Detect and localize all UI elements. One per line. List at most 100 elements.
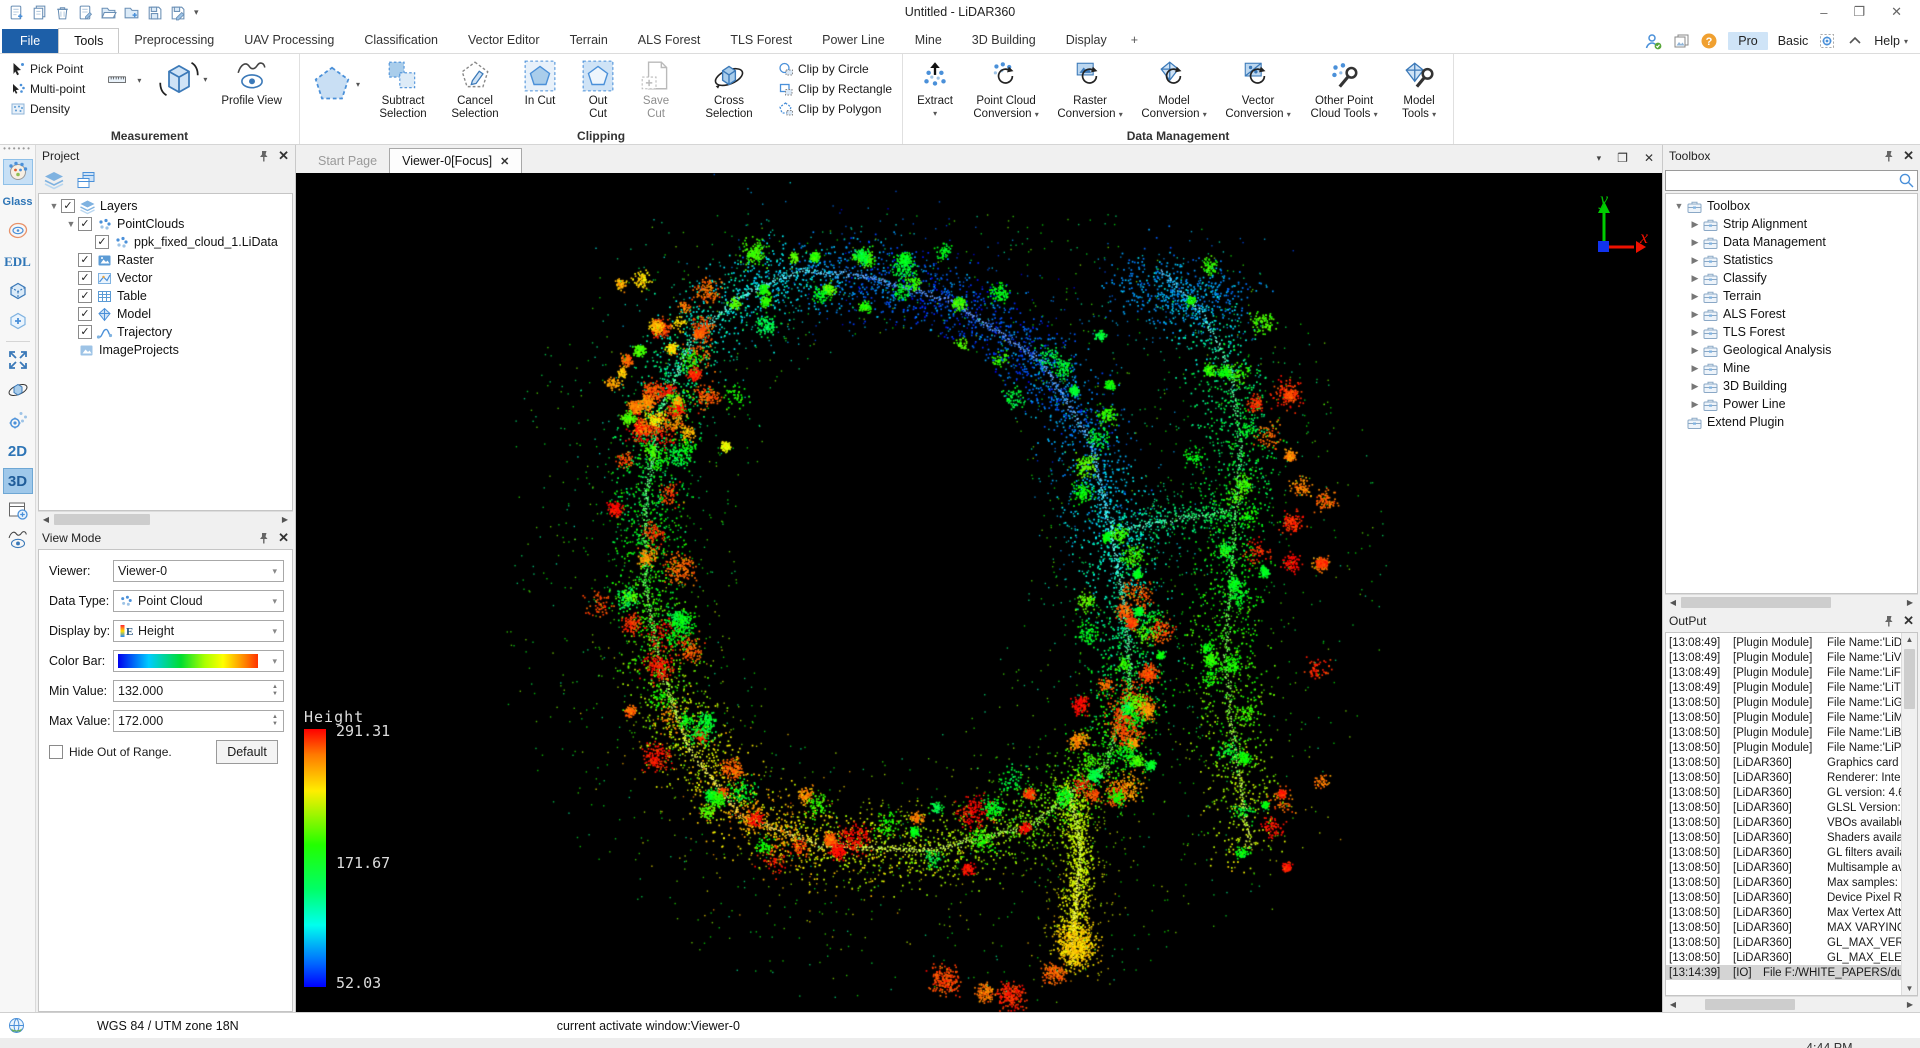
bounding-box-button[interactable]: [3, 279, 33, 305]
edit-project-icon[interactable]: [77, 4, 94, 21]
collapse-ribbon-icon[interactable]: [1846, 32, 1864, 50]
expander-icon[interactable]: ▶: [1688, 381, 1702, 392]
log-row[interactable]: [13:08:50][LiDAR360]VBOs available: [1666, 815, 1901, 830]
point-settings-button[interactable]: [3, 408, 33, 434]
user-account-icon[interactable]: [1644, 32, 1662, 50]
copy-project-icon[interactable]: [31, 4, 48, 21]
toolbox-item-statistics[interactable]: ▶Statistics: [1666, 251, 1917, 269]
menu-tab-power-line[interactable]: Power Line: [807, 28, 900, 53]
tab-viewer-0[interactable]: Viewer-0[Focus] ✕: [389, 148, 522, 173]
project-tree-item[interactable]: ✓Trajectory: [39, 323, 292, 341]
layer-checkbox[interactable]: ✓: [78, 217, 92, 231]
log-row[interactable]: [13:08:50][LiDAR360]Renderer: Intel(R) U…: [1666, 770, 1901, 785]
menu-tab-tls-forest[interactable]: TLS Forest: [715, 28, 807, 53]
raster-conversion-button[interactable]: Raster Conversion ▾: [1051, 56, 1129, 121]
log-row[interactable]: [13:08:50][LiDAR360]GLSL Version: 4.60 -…: [1666, 800, 1901, 815]
toolbox-close-icon[interactable]: ✕: [1903, 148, 1914, 164]
tab-list-icon[interactable]: ▾: [1597, 153, 1602, 164]
minimize-button[interactable]: –: [1820, 5, 1827, 20]
delete-icon[interactable]: [54, 4, 71, 21]
hide-out-of-range-checkbox[interactable]: [49, 745, 63, 759]
layer-checkbox[interactable]: ✓: [78, 271, 92, 285]
toolbox-item-extend-plugin[interactable]: Extend Plugin: [1666, 413, 1917, 431]
restore-button[interactable]: ❐: [1853, 4, 1865, 20]
expander-icon[interactable]: ▼: [64, 219, 78, 229]
search-icon[interactable]: [1898, 172, 1914, 188]
viewer-canvas-area[interactable]: y x Height 291.31 171.67 52.03: [296, 173, 1662, 1012]
project-tree-item[interactable]: ImageProjects: [39, 341, 292, 359]
output-hscrollbar[interactable]: ◀ ▶: [1665, 996, 1918, 1012]
default-button[interactable]: Default: [216, 740, 278, 764]
output-close-icon[interactable]: ✕: [1903, 613, 1914, 629]
expander-icon[interactable]: ▶: [1688, 345, 1702, 356]
multi-point-button[interactable]: Multi-point: [6, 79, 89, 98]
out-cut-button[interactable]: Out Cut: [572, 56, 624, 121]
expander-icon[interactable]: ▶: [1688, 363, 1702, 374]
toolbox-item-terrain[interactable]: ▶Terrain: [1666, 287, 1917, 305]
toolbox-item-geological-analysis[interactable]: ▶Geological Analysis: [1666, 341, 1917, 359]
expander-icon[interactable]: ▼: [1672, 201, 1686, 211]
new-project-icon[interactable]: [8, 4, 25, 21]
subtract-selection-button[interactable]: Subtract Selection: [370, 56, 436, 121]
save-icon[interactable]: [146, 4, 163, 21]
project-hscrollbar[interactable]: ◀ ▶: [38, 511, 293, 527]
tab-file[interactable]: File: [2, 29, 58, 53]
cancel-selection-button[interactable]: Cancel Selection: [442, 56, 508, 121]
pin-icon[interactable]: [1881, 149, 1895, 163]
glow-cube-button[interactable]: [3, 309, 33, 335]
model-conversion-button[interactable]: Model Conversion ▾: [1135, 56, 1213, 121]
expander-icon[interactable]: ▶: [1688, 327, 1702, 338]
density-button[interactable]: Density: [6, 99, 89, 118]
layer-checkbox[interactable]: ✓: [95, 235, 109, 249]
toolbox-item-als-forest[interactable]: ▶ALS Forest: [1666, 305, 1917, 323]
close-button[interactable]: ✕: [1891, 4, 1902, 20]
toolbox-item-tls-forest[interactable]: ▶TLS Forest: [1666, 323, 1917, 341]
log-row[interactable]: [13:08:50][Plugin Module]File Name:'LiPo…: [1666, 740, 1901, 755]
display-by-color-button[interactable]: [3, 159, 33, 185]
tab-start-page[interactable]: Start Page: [306, 149, 389, 173]
log-row[interactable]: [13:08:50][LiDAR360]GL filters available: [1666, 845, 1901, 860]
log-row[interactable]: [13:08:49][Plugin Module]File Name:'LiTL…: [1666, 680, 1901, 695]
profile-view-button[interactable]: Profile View: [217, 56, 286, 108]
log-row[interactable]: [13:08:50][LiDAR360]MAX VARYING COMPON: [1666, 920, 1901, 935]
project-tree-item[interactable]: ✓Table: [39, 287, 292, 305]
toolbox-item-power-line[interactable]: ▶Power Line: [1666, 395, 1917, 413]
view-2d-button[interactable]: 2D: [3, 438, 33, 464]
min-value-input[interactable]: 132.000 ▲▼: [113, 680, 284, 702]
view-mode-close-icon[interactable]: ✕: [278, 530, 289, 546]
menu-tab-classification[interactable]: Classification: [349, 28, 453, 53]
other-point-cloud-tools-button[interactable]: Other Point Cloud Tools ▾: [1303, 56, 1385, 121]
float-window-icon[interactable]: ❐: [1617, 151, 1628, 165]
polygon-selection-button[interactable]: ▾: [306, 56, 364, 104]
strip-drag-handle[interactable]: ••••••: [3, 147, 32, 155]
layers-toolbar-icon[interactable]: [42, 169, 66, 191]
license-pro-button[interactable]: Pro: [1728, 32, 1767, 50]
menu-tab-terrain[interactable]: Terrain: [555, 28, 623, 53]
gallery-icon[interactable]: [1672, 32, 1690, 50]
save-cut-button[interactable]: Save Cut: [630, 56, 682, 121]
menu-tab--[interactable]: +: [1122, 28, 1147, 53]
model-tools-button[interactable]: Model Tools ▾: [1391, 56, 1447, 121]
expander-icon[interactable]: ▶: [1688, 255, 1702, 266]
menu-tab-uav-processing[interactable]: UAV Processing: [229, 28, 349, 53]
viewer-select[interactable]: Viewer-0▾: [113, 560, 284, 582]
min-value-spinner[interactable]: ▲▼: [268, 682, 282, 700]
new-window-button[interactable]: [3, 498, 33, 524]
log-row[interactable]: [13:08:50][Plugin Module]File Name:'LiMi…: [1666, 710, 1901, 725]
toolbox-search-input[interactable]: [1666, 172, 1898, 189]
help-menu[interactable]: Help▾: [1874, 34, 1908, 48]
open-folder-icon[interactable]: [100, 4, 117, 21]
add-folder-icon[interactable]: [123, 4, 140, 21]
project-tree-item[interactable]: ✓Vector: [39, 269, 292, 287]
toolbox-item-data-management[interactable]: ▶Data Management: [1666, 233, 1917, 251]
log-row[interactable]: [13:08:50][LiDAR360]Shaders available: [1666, 830, 1901, 845]
pin-icon[interactable]: [256, 149, 270, 163]
cascade-windows-icon[interactable]: [74, 169, 98, 191]
menu-tab-display[interactable]: Display: [1051, 28, 1122, 53]
expander-icon[interactable]: ▶: [1688, 399, 1702, 410]
pin-icon[interactable]: [1881, 614, 1895, 628]
save-as-icon[interactable]: [169, 4, 186, 21]
pick-point-button[interactable]: Pick Point: [6, 59, 89, 78]
log-row[interactable]: [13:08:50][LiDAR360]Max samples: 16: [1666, 875, 1901, 890]
expander-icon[interactable]: ▶: [1688, 309, 1702, 320]
